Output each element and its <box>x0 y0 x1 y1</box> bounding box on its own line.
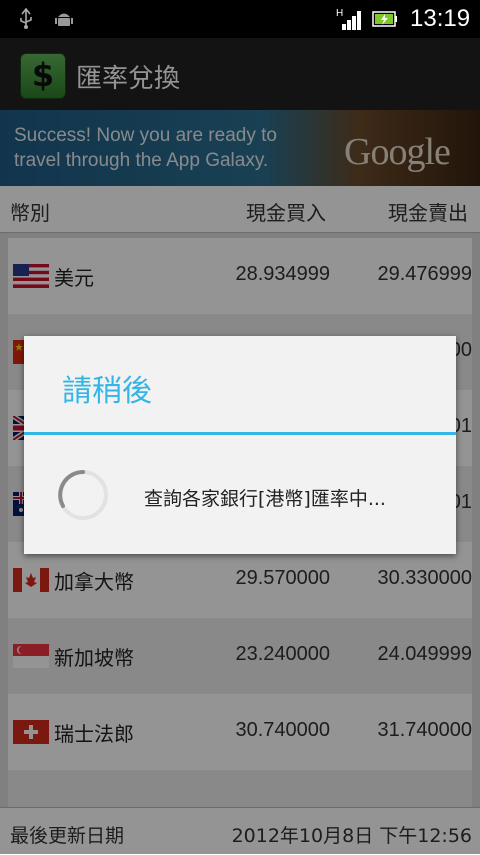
status-bar: H 13:19 <box>0 0 480 38</box>
signal-icon: H <box>336 8 361 30</box>
progress-dialog: 請稍後 查詢各家銀行[港幣]匯率中... <box>24 336 456 554</box>
clock: 13:19 <box>410 5 471 32</box>
dialog-divider <box>24 432 456 435</box>
loading-spinner-icon <box>58 470 108 520</box>
android-debug-icon <box>55 13 73 26</box>
dialog-message: 查詢各家銀行[港幣]匯率中... <box>144 488 386 510</box>
battery-icon <box>372 11 397 27</box>
usb-icon <box>20 8 32 29</box>
dialog-title: 請稍後 <box>62 374 152 409</box>
network-type-label: H <box>336 8 343 19</box>
